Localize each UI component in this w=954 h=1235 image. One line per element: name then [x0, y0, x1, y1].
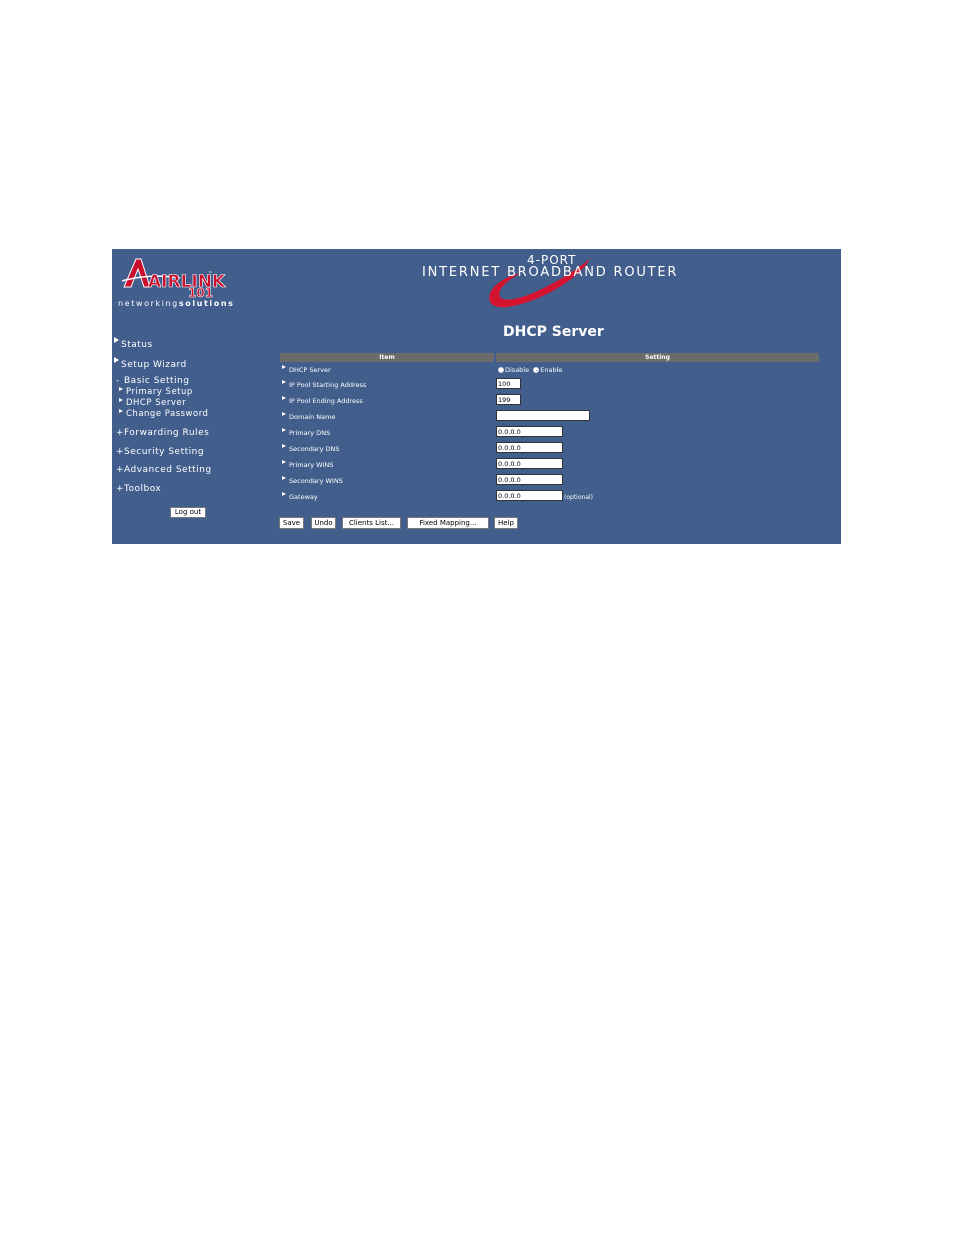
- nav-arrow-icon: [119, 409, 123, 413]
- svg-text:™: ™: [208, 271, 213, 277]
- row-label-primary-wins: Primary WINS: [282, 460, 334, 469]
- svg-text:101: 101: [188, 286, 213, 300]
- radio-disable[interactable]: [498, 367, 504, 373]
- sidebar-item-dhcp-server[interactable]: DHCP Server: [119, 398, 186, 408]
- sidebar-item-primary-setup[interactable]: Primary Setup: [119, 387, 193, 397]
- nav-arrow-icon: [282, 460, 286, 464]
- row-label-ip-pool-end: IP Pool Ending Address: [282, 396, 363, 405]
- primary-dns-input[interactable]: [496, 426, 563, 437]
- clients-list-button[interactable]: Clients List...: [342, 517, 401, 529]
- page-title: DHCP Server: [503, 324, 604, 340]
- sidebar-item-forwarding-rules[interactable]: +Forwarding Rules: [116, 428, 209, 438]
- banner-title-product: INTERNET BROADBAND ROUTER: [422, 265, 679, 280]
- sidebar-item-status[interactable]: Status: [114, 337, 153, 350]
- column-header-item: Item: [280, 353, 494, 362]
- nav-arrow-icon: [282, 428, 286, 432]
- row-label-secondary-wins: Secondary WINS: [282, 476, 343, 485]
- nav-arrow-icon: [114, 357, 119, 363]
- sidebar-item-security-setting[interactable]: +Security Setting: [116, 447, 204, 457]
- ip-pool-start-input[interactable]: [496, 378, 521, 389]
- nav-arrow-icon: [119, 387, 123, 391]
- row-label-gateway: Gateway: [282, 492, 318, 501]
- sidebar-item-basic-setting[interactable]: - Basic Setting: [116, 376, 189, 386]
- secondary-wins-input[interactable]: [496, 474, 563, 485]
- sidebar-item-change-password[interactable]: Change Password: [119, 409, 208, 419]
- sidebar-item-setup-wizard[interactable]: Setup Wizard: [114, 357, 187, 370]
- save-button[interactable]: Save: [279, 517, 304, 529]
- row-label-dhcp-server: DHCP Server: [282, 365, 331, 374]
- nav-arrow-icon: [119, 398, 123, 402]
- nav-arrow-icon: [282, 444, 286, 448]
- nav-arrow-icon: [282, 365, 286, 369]
- nav-arrow-icon: [282, 380, 286, 384]
- secondary-dns-input[interactable]: [496, 442, 563, 453]
- row-label-ip-pool-start: IP Pool Starting Address: [282, 380, 366, 389]
- row-label-primary-dns: Primary DNS: [282, 428, 330, 437]
- domain-name-input[interactable]: [496, 410, 590, 421]
- nav-arrow-icon: [282, 412, 286, 416]
- sidebar-item-advanced-setting[interactable]: +Advanced Setting: [116, 465, 212, 475]
- radio-enable[interactable]: [533, 367, 540, 373]
- undo-button[interactable]: Undo: [311, 517, 336, 529]
- nav-arrow-icon: [114, 337, 119, 343]
- sidebar-item-toolbox[interactable]: +Toolbox: [116, 484, 161, 494]
- nav-arrow-icon: [282, 396, 286, 400]
- airlink-logo-icon: AIRLINK ™ 101: [121, 258, 226, 300]
- help-button[interactable]: Help: [494, 517, 518, 529]
- logout-button[interactable]: Log out: [170, 507, 206, 518]
- row-label-domain-name: Domain Name: [282, 412, 335, 421]
- svg-text:AIRLINK: AIRLINK: [148, 272, 226, 292]
- dhcp-server-radio-group: Disable Enable: [498, 366, 562, 374]
- gateway-optional-note: (optional): [564, 494, 593, 501]
- primary-wins-input[interactable]: [496, 458, 563, 469]
- logo-tagline: networkingsolutions: [118, 299, 235, 308]
- ip-pool-end-input[interactable]: [496, 394, 521, 405]
- router-admin-panel: AIRLINK ™ 101 networkingsolutions 4-PORT…: [112, 249, 841, 544]
- nav-arrow-icon: [282, 476, 286, 480]
- row-label-secondary-dns: Secondary DNS: [282, 444, 339, 453]
- fixed-mapping-button[interactable]: Fixed Mapping...: [407, 517, 489, 529]
- nav-arrow-icon: [282, 492, 286, 496]
- gateway-input[interactable]: [496, 490, 563, 501]
- column-header-setting: Setting: [496, 353, 819, 362]
